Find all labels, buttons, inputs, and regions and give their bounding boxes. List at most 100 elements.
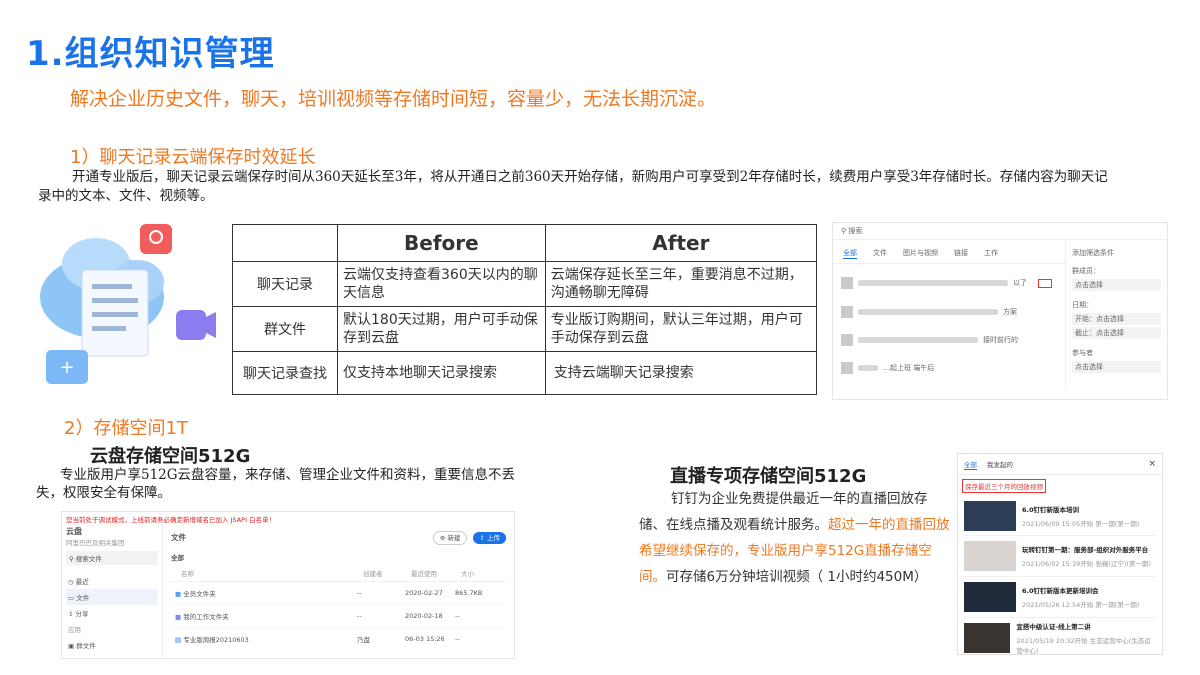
row-label: 聊天记录查找 [232,351,338,395]
debug-warning: 您当前处于调试模式，上线前请务必确定新增域名已加入 JSAPI 白名单！ [66,516,276,524]
search-bar[interactable]: ⚲ 搜索 [833,223,1167,240]
table-row[interactable]: ▤ 专业版周报20210603 乃盘 06-03 15:26 -- [171,628,506,650]
video-meta: 2021/06/02 15:39开始 张巍(辽宁)(第一期) [1022,560,1151,568]
cell-before: 默认180天过期，用户可手动保存到云盘 [337,306,546,352]
file-size: 865.7KB [455,589,483,597]
new-label: 新建 [447,534,461,542]
tab-files[interactable]: 文件 [873,248,887,259]
column-header-before: Before [337,224,546,262]
page-title: 1.组织知识管理 [26,34,275,74]
avatar [841,306,853,318]
video-thumbnail [964,501,1016,531]
list-item[interactable]: 玩转钉钉第一期：服务部-组织对外服务平台 2021/06/02 15:39开始 … [964,536,1156,577]
table-row: 群文件 默认180天过期，用户可手动保存到云盘 专业版订购期间，默认三年过期，用… [232,306,818,352]
list-item[interactable]: 以了 [841,268,1057,298]
tab-links[interactable]: 链接 [954,248,968,259]
file-date: 2020-02-18 [405,612,443,620]
file-creator: -- [357,589,362,597]
table-row[interactable]: ■ 我的工作文件夹 -- 2020-02-18 -- [171,605,506,628]
section-1-heading: 1）聊天记录云端保存时效延长 [70,147,316,168]
cell-before: 仅支持本地聊天记录搜索 [337,351,546,395]
live-storage-heading: 直播专项存储空间512G [670,466,867,487]
filter-label: 参与者 [1072,349,1093,357]
list-item[interactable]: 接时前行的 [841,326,1057,354]
search-icon: ⚲ [841,227,847,235]
column-header: 创建者 [363,570,383,578]
table-corner [232,224,338,262]
drive-search-input[interactable]: ⚲ 搜索文件 [66,551,158,565]
chat-search-screenshot: ⚲ 搜索 全部 文件 图片与视频 链接 工作 以了 方案 接时前行的 …起上班 … [832,222,1168,400]
list-item[interactable]: 6.0钉钉新版本培训 2021/06/09 15:05开始 第一期(第一期) [964,497,1156,536]
filter-label: 群成员： [1072,267,1100,275]
nav-label: 最近 [75,578,89,586]
tab-all[interactable]: 全部 [843,248,857,259]
live-text-2: 可存储6万分钟培训视频（ 1小时约450M） [666,569,928,585]
tab-work[interactable]: 工作 [984,248,998,259]
new-button[interactable]: ⊕ 新建 [432,531,468,545]
start-date-picker[interactable]: 开始：点击选择 [1072,313,1161,325]
table-row: 聊天记录 云端仅支持查看360天以内的聊天信息 云端保存延长至三年，重要消息不过… [232,261,818,307]
live-playback-screenshot: 全部 我发起的 × 保存最近三个月的回放视频 6.0钉钉新版本培训 2021/0… [957,453,1163,655]
search-placeholder: 搜索 [848,227,863,235]
cell-before: 云端仅支持查看360天以内的聊天信息 [337,261,546,307]
participant-picker[interactable]: 点击选择 [1072,361,1161,373]
nav-item-recent[interactable]: ◷ 最近 [66,573,158,589]
close-icon[interactable]: × [1148,459,1156,469]
filter-label: 日期： [1072,301,1093,309]
clock-icon: ◷ [68,578,74,586]
nav-label: 文件 [76,594,90,602]
nav-item-share[interactable]: ⇪ 分享 [66,605,158,621]
member-picker[interactable]: 点击选择 [1072,279,1161,291]
nav-label: 分享 [75,610,89,618]
list-item[interactable]: 宜搭中级认证-线上第二讲 2021/05/19 20:32开始 生态运营中心(生… [964,618,1156,655]
playback-list: 6.0钉钉新版本培训 2021/06/09 15:05开始 第一期(第一期) 玩… [958,495,1162,655]
video-title: 玩转钉钉第一期：服务部-组织对外服务平台 [1022,546,1149,554]
search-icon: ⚲ [69,555,74,563]
upload-button[interactable]: ⇧ 上传 [473,532,506,544]
cloud-document-illustration: + [36,222,226,392]
doc-line [92,284,132,289]
filter-all[interactable]: 全部 [171,552,506,562]
file-creator: 乃盘 [357,636,370,644]
row-label: 聊天记录 [232,261,338,307]
video-icon [176,310,206,340]
list-item[interactable]: 6.0钉钉新版本更新培训会 2021/05/26 12:54开始 第一期(第一期… [964,577,1156,618]
chat-result-list: 以了 方案 接时前行的 …起上班 端午后 [833,264,1065,386]
video-meta: 2021/05/19 20:32开始 生态运营中心(生态运营中心) [1016,637,1151,655]
message-snippet: 接时前行的 [983,336,1018,344]
end-date-picker[interactable]: 截止：点击选择 [1072,327,1161,339]
tab-all[interactable]: 全部 [964,459,977,470]
file-date: 2020-02-27 [405,589,443,597]
video-title: 宜搭中级认证-线上第二讲 [1016,623,1091,631]
highlight-marker [1038,278,1052,288]
column-header: 最近使用 [411,570,437,578]
section-1-paragraph: 开通专业版后，聊天记录云端保存时间从360天延长至3年，将从开通日之前360天开… [38,169,1108,204]
section-2-heading: 2）存储空间1T [64,418,188,439]
folder-icon: ▭ [68,594,75,602]
filter-title: 添加筛选条件 [1072,249,1114,257]
avatar [841,334,853,346]
tab-mine[interactable]: 我发起的 [987,459,1013,469]
table-row[interactable]: ■ 全员文件夹 -- 2020-02-27 865.7KB [171,582,506,605]
svg-text:+: + [59,357,74,378]
share-icon: ⇪ [68,610,74,618]
row-label: 群文件 [232,306,338,352]
video-thumbnail [964,623,1011,653]
message-snippet: 方案 [1003,308,1017,316]
nav-item-files[interactable]: ▭ 文件 [66,589,158,605]
search-placeholder: 搜索文件 [75,555,102,563]
live-storage-paragraph: 钉钉为企业免费提供最近一年的直播回放存储、在线点播及观看统计服务。超过一年的直播… [639,486,951,590]
image-icon [140,224,172,254]
group-icon: ▣ [68,642,75,650]
nav-label: 群文件 [76,642,96,650]
video-title: 6.0钉钉新版本更新培训会 [1022,587,1099,595]
list-item[interactable]: 方案 [841,298,1057,326]
video-meta: 2021/05/26 12:54开始 第一期(第一期) [1022,601,1140,609]
nav-item-group-files[interactable]: ▣ 群文件 [66,637,158,653]
file-name: 我的工作文件夹 [183,613,229,621]
avatar [841,277,853,289]
tab-media[interactable]: 图片与视频 [903,248,938,259]
video-thumbnail [964,541,1016,571]
list-item[interactable]: …起上班 端午后 [841,354,1057,382]
table-row: 聊天记录查找 仅支持本地聊天记录搜索 支持云端聊天记录搜索 [232,351,818,395]
